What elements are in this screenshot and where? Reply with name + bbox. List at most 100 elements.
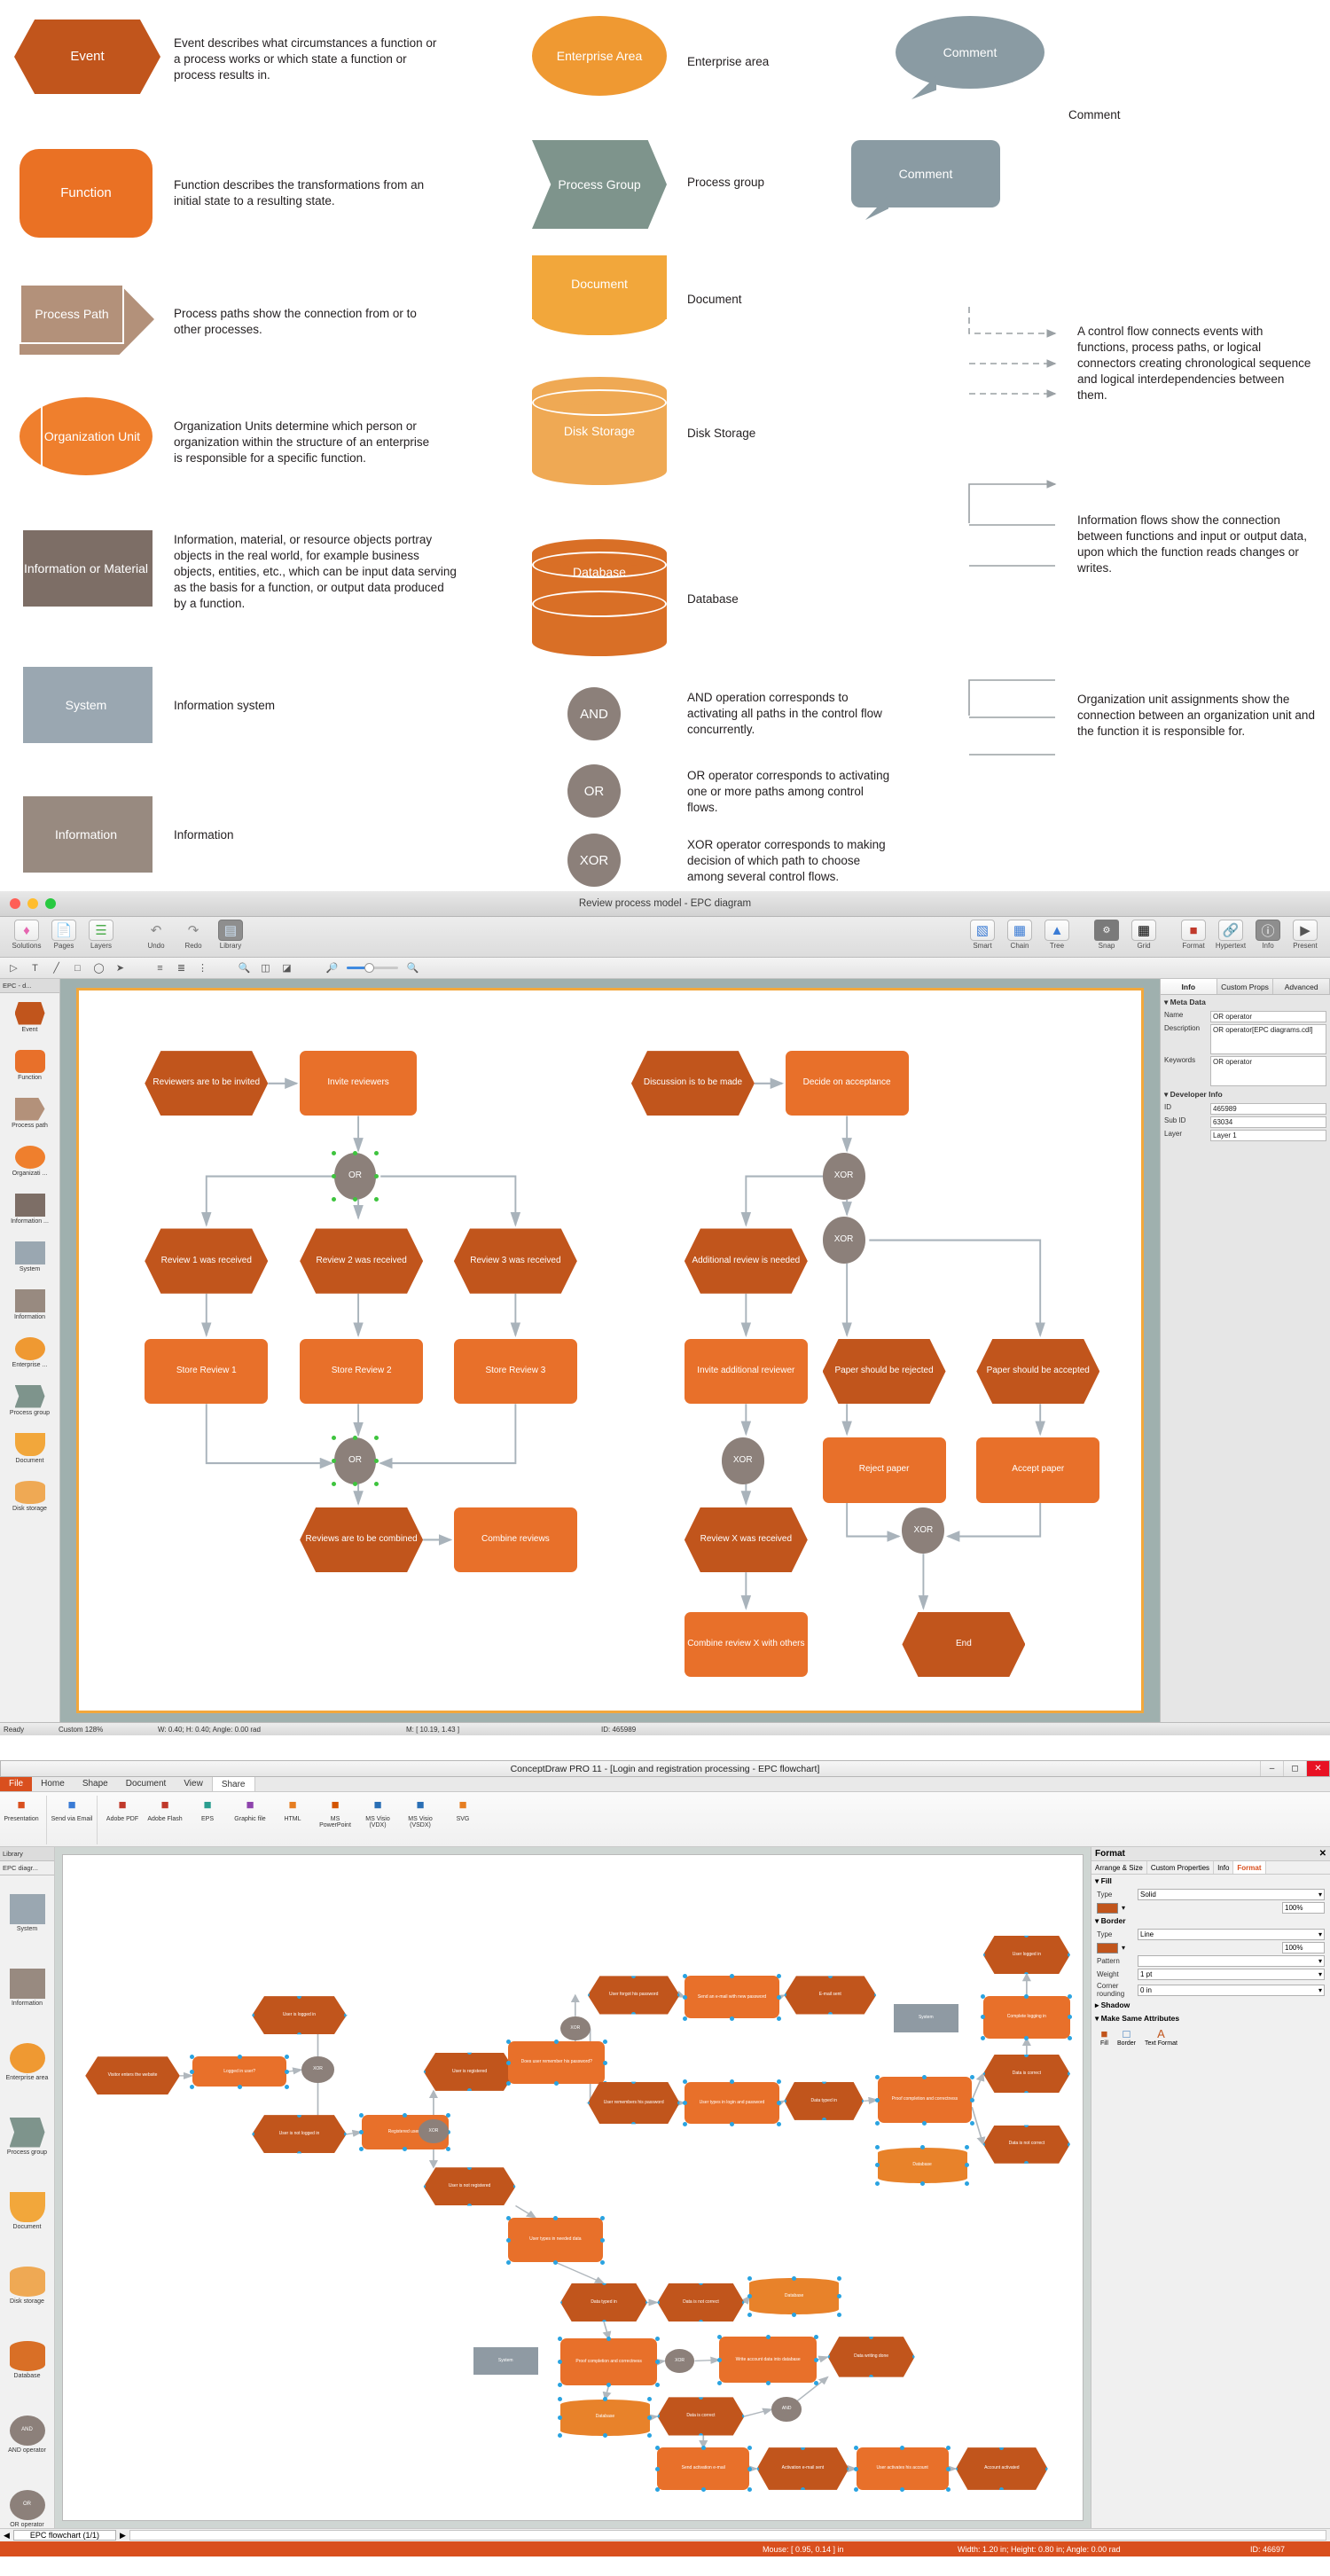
selection-handle[interactable] (332, 1150, 337, 1155)
selection-handle[interactable] (505, 2259, 511, 2265)
diagram-node-m16[interactable]: User types in login and password (682, 2079, 782, 2126)
diagram-node-m37[interactable]: Send activation e-mail (654, 2445, 752, 2493)
diagram-node-m18[interactable]: Proof completion and correctness (875, 2074, 974, 2126)
selection-handle[interactable] (827, 1976, 833, 1978)
selection-handle[interactable] (827, 2375, 830, 2377)
selection-handle[interactable] (558, 2336, 563, 2341)
selection-handle[interactable] (698, 2282, 703, 2286)
diagram-node-n25[interactable]: XOR (902, 1507, 945, 1554)
selection-handle[interactable] (344, 1996, 347, 1999)
ribbon-button-flash[interactable]: ■ Adobe Flash (144, 1794, 186, 1823)
selection-handle[interactable] (900, 2445, 905, 2450)
selection-handle[interactable] (558, 2433, 563, 2439)
diagram-node-n12[interactable]: Combine reviews (453, 1507, 577, 1573)
ribbon-button-html[interactable]: ■ HTML (271, 1794, 314, 1823)
selection-handle[interactable] (875, 2181, 880, 2186)
selection-handle[interactable] (765, 2380, 771, 2385)
selection-handle[interactable] (677, 1993, 680, 1998)
selection-handle[interactable] (955, 2487, 958, 2490)
selection-handle[interactable] (677, 2081, 680, 2085)
window1-canvas[interactable]: Reviewers are to be invited Invite review… (60, 979, 1160, 1722)
diagram-node-n8[interactable]: Store Review 2 (300, 1338, 424, 1405)
border-weight-row[interactable]: Weight 1 pt ▾ (1091, 1968, 1330, 1981)
selection-handle[interactable] (875, 2145, 880, 2150)
selection-handle[interactable] (777, 1973, 782, 1978)
selection-handle[interactable] (587, 2101, 591, 2106)
selection-handle[interactable] (647, 2433, 653, 2439)
tab-shape[interactable]: Shape (74, 1776, 117, 1791)
selection-handle[interactable] (284, 2054, 289, 2059)
diagram-node-n22[interactable]: Reject paper (822, 1437, 946, 1503)
fill-color-row[interactable]: ▾ 100% (1091, 1901, 1330, 1914)
selection-handle[interactable] (1068, 2090, 1070, 2094)
selection-handle[interactable] (827, 2012, 833, 2015)
selection-handle[interactable] (981, 2015, 986, 2020)
selection-handle[interactable] (981, 1993, 986, 1999)
selection-handle[interactable] (252, 2115, 254, 2118)
diagram-node-n6[interactable]: Review 3 was received (453, 1228, 577, 1294)
window2-ribbon[interactable]: ■ Presentation ■ Send via Email ■ Adobe PDF ■ A… (0, 1792, 1330, 1847)
format-panel-header[interactable]: Format ✕ (1091, 1847, 1330, 1861)
selection-handle[interactable] (777, 2101, 782, 2106)
format-panel-tabs[interactable]: Arrange & Size Custom Properties Info Fo… (1091, 1861, 1330, 1875)
window2-format-panel[interactable]: Format ✕ Arrange & Size Custom Propertie… (1091, 1847, 1330, 2528)
selection-handle[interactable] (1068, 2071, 1070, 2077)
diagram-node-n27[interactable]: End (902, 1611, 1026, 1677)
selection-handle[interactable] (467, 2088, 473, 2091)
window2-library-header[interactable]: Library (0, 1847, 54, 1861)
selection-handle[interactable] (1024, 2090, 1029, 2094)
selection-handle[interactable] (682, 2079, 687, 2085)
ribbon-button-presentation[interactable]: ■ Presentation (0, 1794, 43, 1823)
selection-handle[interactable] (552, 2215, 558, 2220)
selection-handle[interactable] (982, 2090, 986, 2094)
selection-handle[interactable] (836, 2312, 841, 2317)
page-name-field[interactable] (129, 2530, 1326, 2541)
diagram-node-m38[interactable]: Activation e-mail sent (756, 2447, 849, 2490)
diagram-node-m24[interactable]: Database (875, 2145, 970, 2186)
selection-handle[interactable] (423, 2052, 426, 2055)
fill-color-swatch[interactable] (1097, 1902, 1118, 1914)
selection-handle[interactable] (1068, 2015, 1073, 2020)
selection-handle[interactable] (784, 1993, 786, 1998)
selection-handle[interactable] (875, 2120, 880, 2126)
border-section-header[interactable]: ▾ Border (1091, 1914, 1330, 1928)
selection-handle[interactable] (554, 2039, 559, 2044)
selection-handle[interactable] (912, 2354, 915, 2360)
selection-handle[interactable] (1024, 1935, 1029, 1938)
window1-diagram-sheet[interactable]: Reviewers are to be invited Invite review… (76, 988, 1144, 1713)
selection-handle[interactable] (846, 2447, 849, 2450)
selection-handle[interactable] (657, 2433, 660, 2436)
selection-handle[interactable] (861, 2081, 864, 2085)
selection-handle[interactable] (946, 2445, 951, 2450)
ribbon-button-image[interactable]: ■ Graphic file (229, 1794, 271, 1823)
diagram-node-n5[interactable]: Review 2 was received (300, 1228, 424, 1294)
selection-handle[interactable] (559, 2282, 563, 2286)
selection-handle[interactable] (559, 2319, 563, 2322)
diagram-node-n17[interactable]: XOR (822, 1217, 865, 1264)
selection-handle[interactable] (359, 2129, 364, 2134)
diagram-node-n16[interactable]: Additional review is needed (684, 1228, 808, 1294)
inspector-field-keywords[interactable]: Keywords OR operator (1161, 1055, 1330, 1087)
library-item-and-operator[interactable]: AND AND operator (0, 2397, 54, 2471)
selection-handle[interactable] (982, 2161, 986, 2164)
selection-handle[interactable] (657, 2414, 660, 2419)
diagram-node-m26[interactable]: Data typed in (559, 2282, 648, 2322)
window1-inspector-panel[interactable]: Info Custom Props Advanced ▾ Meta Data N… (1160, 979, 1330, 1722)
selection-handle[interactable] (827, 2354, 830, 2360)
selection-handle[interactable] (505, 2039, 511, 2044)
selection-handle[interactable] (742, 2414, 745, 2419)
diagram-node-m30[interactable]: XOR (664, 2348, 695, 2374)
selection-handle[interactable] (252, 2013, 254, 2018)
make-same-fill-button[interactable]: ■ Fill (1100, 2027, 1108, 2047)
selection-handle[interactable] (332, 1482, 337, 1487)
selection-handle[interactable] (423, 2167, 426, 2170)
window2-tab-bar[interactable]: File Home Shape Document View Share (0, 1776, 1330, 1792)
toolbar-redo-button[interactable]: ↷ Redo (176, 920, 211, 950)
selection-handle[interactable] (284, 2069, 289, 2074)
selection-handle[interactable] (912, 2375, 915, 2377)
selection-handle[interactable] (645, 2300, 648, 2306)
selection-handle[interactable] (512, 2167, 516, 2170)
tab-advanced[interactable]: Advanced (1273, 979, 1330, 994)
selection-handle[interactable] (777, 1994, 782, 2000)
selection-handle[interactable] (654, 2336, 660, 2341)
